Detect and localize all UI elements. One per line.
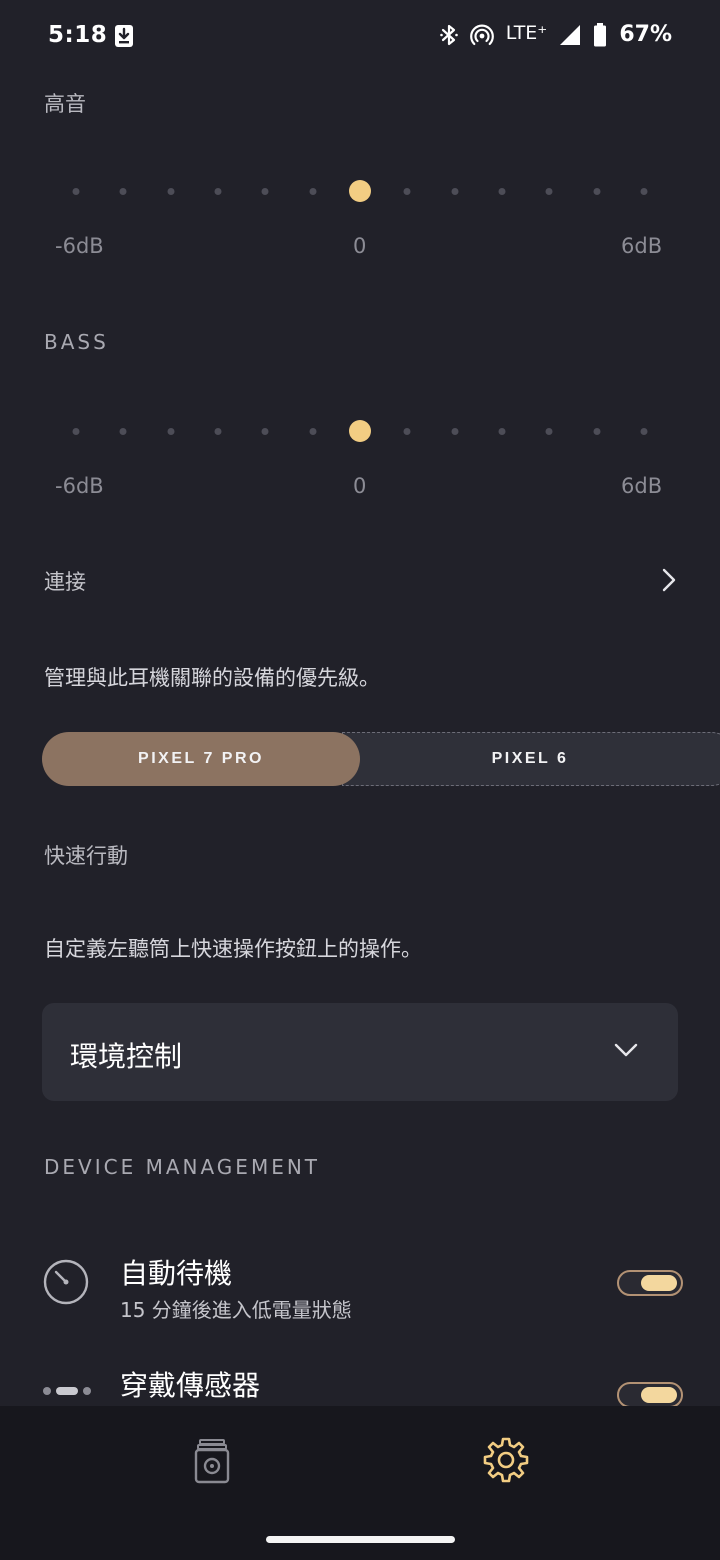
- treble-mid-label: 0: [353, 234, 367, 258]
- treble-max-label: 6dB: [621, 234, 663, 258]
- device-option-pixel-6[interactable]: PIXEL 6: [342, 732, 720, 786]
- slider-step-dot: [403, 428, 411, 435]
- device-option-pixel-7-pro[interactable]: PIXEL 7 PRO: [42, 732, 360, 786]
- wear-sensor-row: 穿戴傳感器: [0, 1352, 720, 1406]
- slider-step-dot: [498, 188, 506, 195]
- connection-description: 管理與此耳機關聯的設備的優先級。: [44, 666, 380, 690]
- slider-step-dot: [309, 428, 317, 435]
- slider-step-dot: [498, 428, 506, 435]
- slider-knob[interactable]: [349, 180, 371, 202]
- auto-standby-subtitle: 15 分鐘後進入低電量狀態: [120, 1298, 352, 1322]
- bass-label: BASS: [44, 330, 109, 354]
- bass-slider[interactable]: [52, 416, 668, 446]
- slider-step-dot: [545, 188, 553, 195]
- device-option-label: PIXEL 6: [491, 750, 569, 767]
- slider-step-dot: [640, 428, 648, 435]
- quick-action-selected: 環境控制: [70, 1040, 183, 1073]
- slider-step-dot: [593, 428, 601, 435]
- slider-step-dot: [214, 188, 222, 195]
- slider-step-dot: [309, 188, 317, 195]
- device-priority-selector: PIXEL 6 PIXEL 7 PRO: [42, 732, 720, 786]
- chevron-down-icon: [614, 1043, 638, 1057]
- chevron-right-icon: [662, 568, 676, 592]
- treble-slider[interactable]: [52, 176, 668, 206]
- slider-step-dot: [451, 428, 459, 435]
- battery-percentage: 67%: [619, 22, 672, 47]
- bass-max-label: 6dB: [621, 474, 663, 498]
- slider-step-dot: [545, 428, 553, 435]
- signal-icon: [560, 24, 581, 45]
- quick-action-label: 快速行動: [44, 844, 128, 868]
- battery-icon: [594, 22, 607, 46]
- slider-step-dot: [167, 188, 175, 195]
- device-management-label: DEVICE MANAGEMENT: [44, 1155, 321, 1179]
- bass-min-label: -6dB: [55, 474, 104, 498]
- slider-step-dot: [119, 428, 127, 435]
- settings-gear-icon[interactable]: [482, 1436, 530, 1484]
- slider-step-dot: [261, 188, 269, 195]
- hotspot-icon: [469, 24, 494, 45]
- treble-min-label: -6dB: [55, 234, 104, 258]
- wear-sensor-icon: [43, 1387, 91, 1395]
- connection-row[interactable]: 連接: [0, 552, 720, 612]
- slider-step-dot: [167, 428, 175, 435]
- slider-step-dot: [72, 188, 80, 195]
- slider-step-dot: [119, 188, 127, 195]
- network-type: LTE⁺: [505, 21, 548, 44]
- slider-step-dot: [640, 188, 648, 195]
- download-notification-icon: [115, 25, 133, 47]
- quick-action-dropdown[interactable]: 環境控制: [42, 1003, 678, 1101]
- slider-step-dot: [403, 188, 411, 195]
- auto-standby-toggle[interactable]: [617, 1270, 683, 1296]
- earbuds-case-icon[interactable]: [188, 1436, 236, 1484]
- slider-step-dot: [451, 188, 459, 195]
- toggle-thumb: [641, 1275, 677, 1291]
- device-option-label: PIXEL 7 PRO: [138, 750, 264, 767]
- home-indicator[interactable]: [266, 1536, 455, 1543]
- timer-icon: [43, 1259, 89, 1305]
- slider-knob[interactable]: [349, 420, 371, 442]
- wear-sensor-title: 穿戴傳感器: [120, 1369, 261, 1402]
- auto-standby-title: 自動待機: [120, 1257, 233, 1290]
- quick-action-description: 自定義左聽筒上快速操作按鈕上的操作。: [44, 937, 422, 961]
- connection-label: 連接: [44, 570, 86, 594]
- bass-mid-label: 0: [353, 474, 367, 498]
- status-time: 5:18: [48, 22, 108, 48]
- bottom-navigation: [0, 1406, 720, 1560]
- bluetooth-icon: [439, 24, 458, 45]
- treble-label: 高音: [44, 92, 86, 116]
- slider-step-dot: [593, 188, 601, 195]
- wear-sensor-toggle[interactable]: [617, 1382, 683, 1406]
- toggle-thumb: [641, 1387, 677, 1403]
- slider-step-dot: [72, 428, 80, 435]
- slider-step-dot: [261, 428, 269, 435]
- slider-step-dot: [214, 428, 222, 435]
- status-bar: 5:18 LTE⁺ 67%: [0, 0, 720, 72]
- auto-standby-row: 自動待機 15 分鐘後進入低電量狀態: [0, 1240, 720, 1330]
